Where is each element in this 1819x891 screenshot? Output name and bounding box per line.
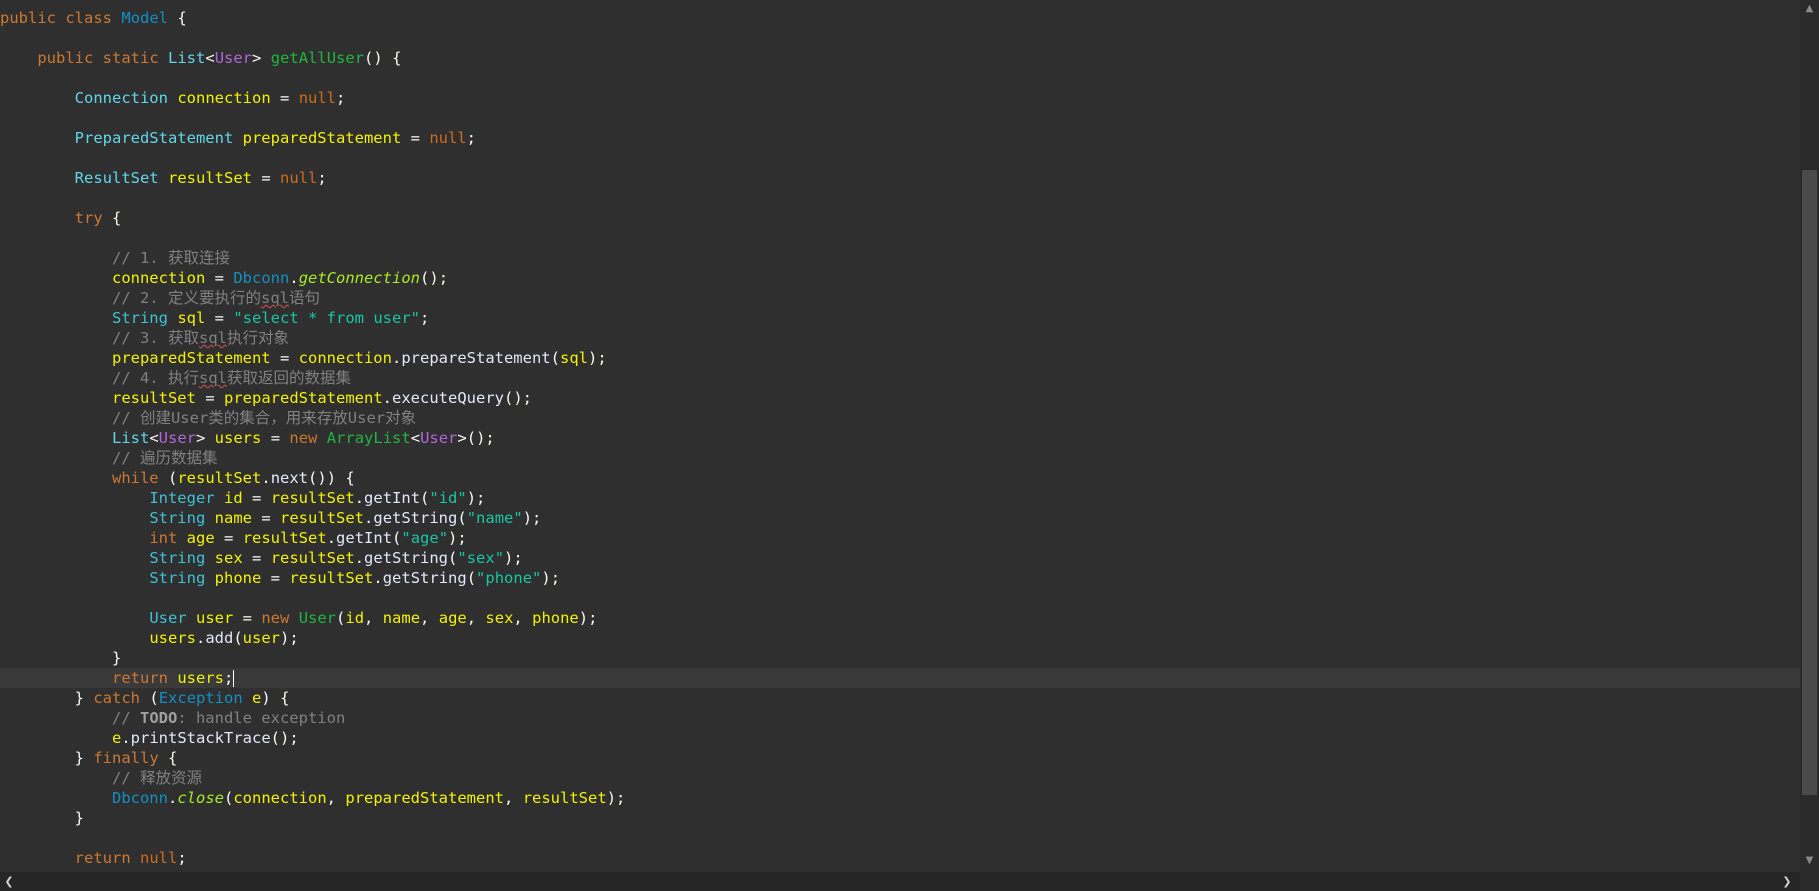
code-line[interactable]: // 2. 定义要执行的sql语句 [0,288,1800,308]
code-line[interactable] [0,188,1800,208]
vertical-scroll-thumb[interactable] [1802,170,1817,795]
code-line[interactable]: // 创建User类的集合，用来存放User对象 [0,408,1800,428]
code-line[interactable]: // TODO: handle exception [0,708,1800,728]
code-line[interactable]: String sex = resultSet.getString("sex"); [0,548,1800,568]
code-line[interactable]: try { [0,208,1800,228]
code-line[interactable]: // 释放资源 [0,768,1800,788]
code-line[interactable]: } catch (Exception e) { [0,688,1800,708]
code-line[interactable]: e.printStackTrace(); [0,728,1800,748]
scroll-right-icon[interactable]: ❯ [1778,872,1796,891]
code-line[interactable]: Connection connection = null; [0,88,1800,108]
vertical-scrollbar[interactable]: ▲ ▼ [1800,0,1819,872]
code-line[interactable] [0,148,1800,168]
text-cursor [233,670,235,687]
scroll-up-icon[interactable]: ▲ [1800,0,1819,18]
code-line[interactable] [0,588,1800,608]
code-area[interactable]: public class Model { public static List<… [0,0,1800,870]
code-line[interactable]: String sql = "select * from user"; [0,308,1800,328]
code-editor[interactable]: public class Model { public static List<… [0,0,1819,891]
code-line[interactable]: while (resultSet.next()) { [0,468,1800,488]
code-line[interactable]: // 3. 获取sql执行对象 [0,328,1800,348]
code-line[interactable] [0,28,1800,48]
code-line[interactable]: Dbconn.close(connection, preparedStateme… [0,788,1800,808]
code-line[interactable]: } finally { [0,748,1800,768]
code-line[interactable]: public class Model { [0,8,1800,28]
horizontal-scroll-thumb[interactable] [18,875,1778,888]
code-line[interactable]: return users; [0,668,1800,688]
code-line[interactable]: connection = Dbconn.getConnection(); [0,268,1800,288]
code-line[interactable]: preparedStatement = connection.prepareSt… [0,348,1800,368]
code-line[interactable]: Integer id = resultSet.getInt("id"); [0,488,1800,508]
horizontal-scrollbar[interactable]: ❮ ❯ [0,872,1800,891]
code-line[interactable]: } [0,648,1800,668]
code-line[interactable]: // 1. 获取连接 [0,248,1800,268]
code-line[interactable]: users.add(user); [0,628,1800,648]
code-line[interactable]: int age = resultSet.getInt("age"); [0,528,1800,548]
code-line[interactable] [0,228,1800,248]
scroll-left-icon[interactable]: ❮ [0,872,18,891]
code-line[interactable]: resultSet = preparedStatement.executeQue… [0,388,1800,408]
code-line[interactable] [0,828,1800,848]
code-line[interactable] [0,68,1800,88]
code-line[interactable]: PreparedStatement preparedStatement = nu… [0,128,1800,148]
code-line[interactable]: String phone = resultSet.getString("phon… [0,568,1800,588]
code-line[interactable]: } [0,808,1800,828]
code-line[interactable]: return null; [0,848,1800,868]
code-line[interactable] [0,108,1800,128]
code-line[interactable]: // 4. 执行sql获取返回的数据集 [0,368,1800,388]
code-line[interactable]: // 遍历数据集 [0,448,1800,468]
code-line[interactable]: User user = new User(id, name, age, sex,… [0,608,1800,628]
code-line[interactable]: ResultSet resultSet = null; [0,168,1800,188]
code-line[interactable]: List<User> users = new ArrayList<User>()… [0,428,1800,448]
code-line[interactable]: public static List<User> getAllUser() { [0,48,1800,68]
code-line[interactable]: String name = resultSet.getString("name"… [0,508,1800,528]
scrollbar-corner [1800,872,1819,891]
scroll-down-icon[interactable]: ▼ [1800,852,1819,870]
